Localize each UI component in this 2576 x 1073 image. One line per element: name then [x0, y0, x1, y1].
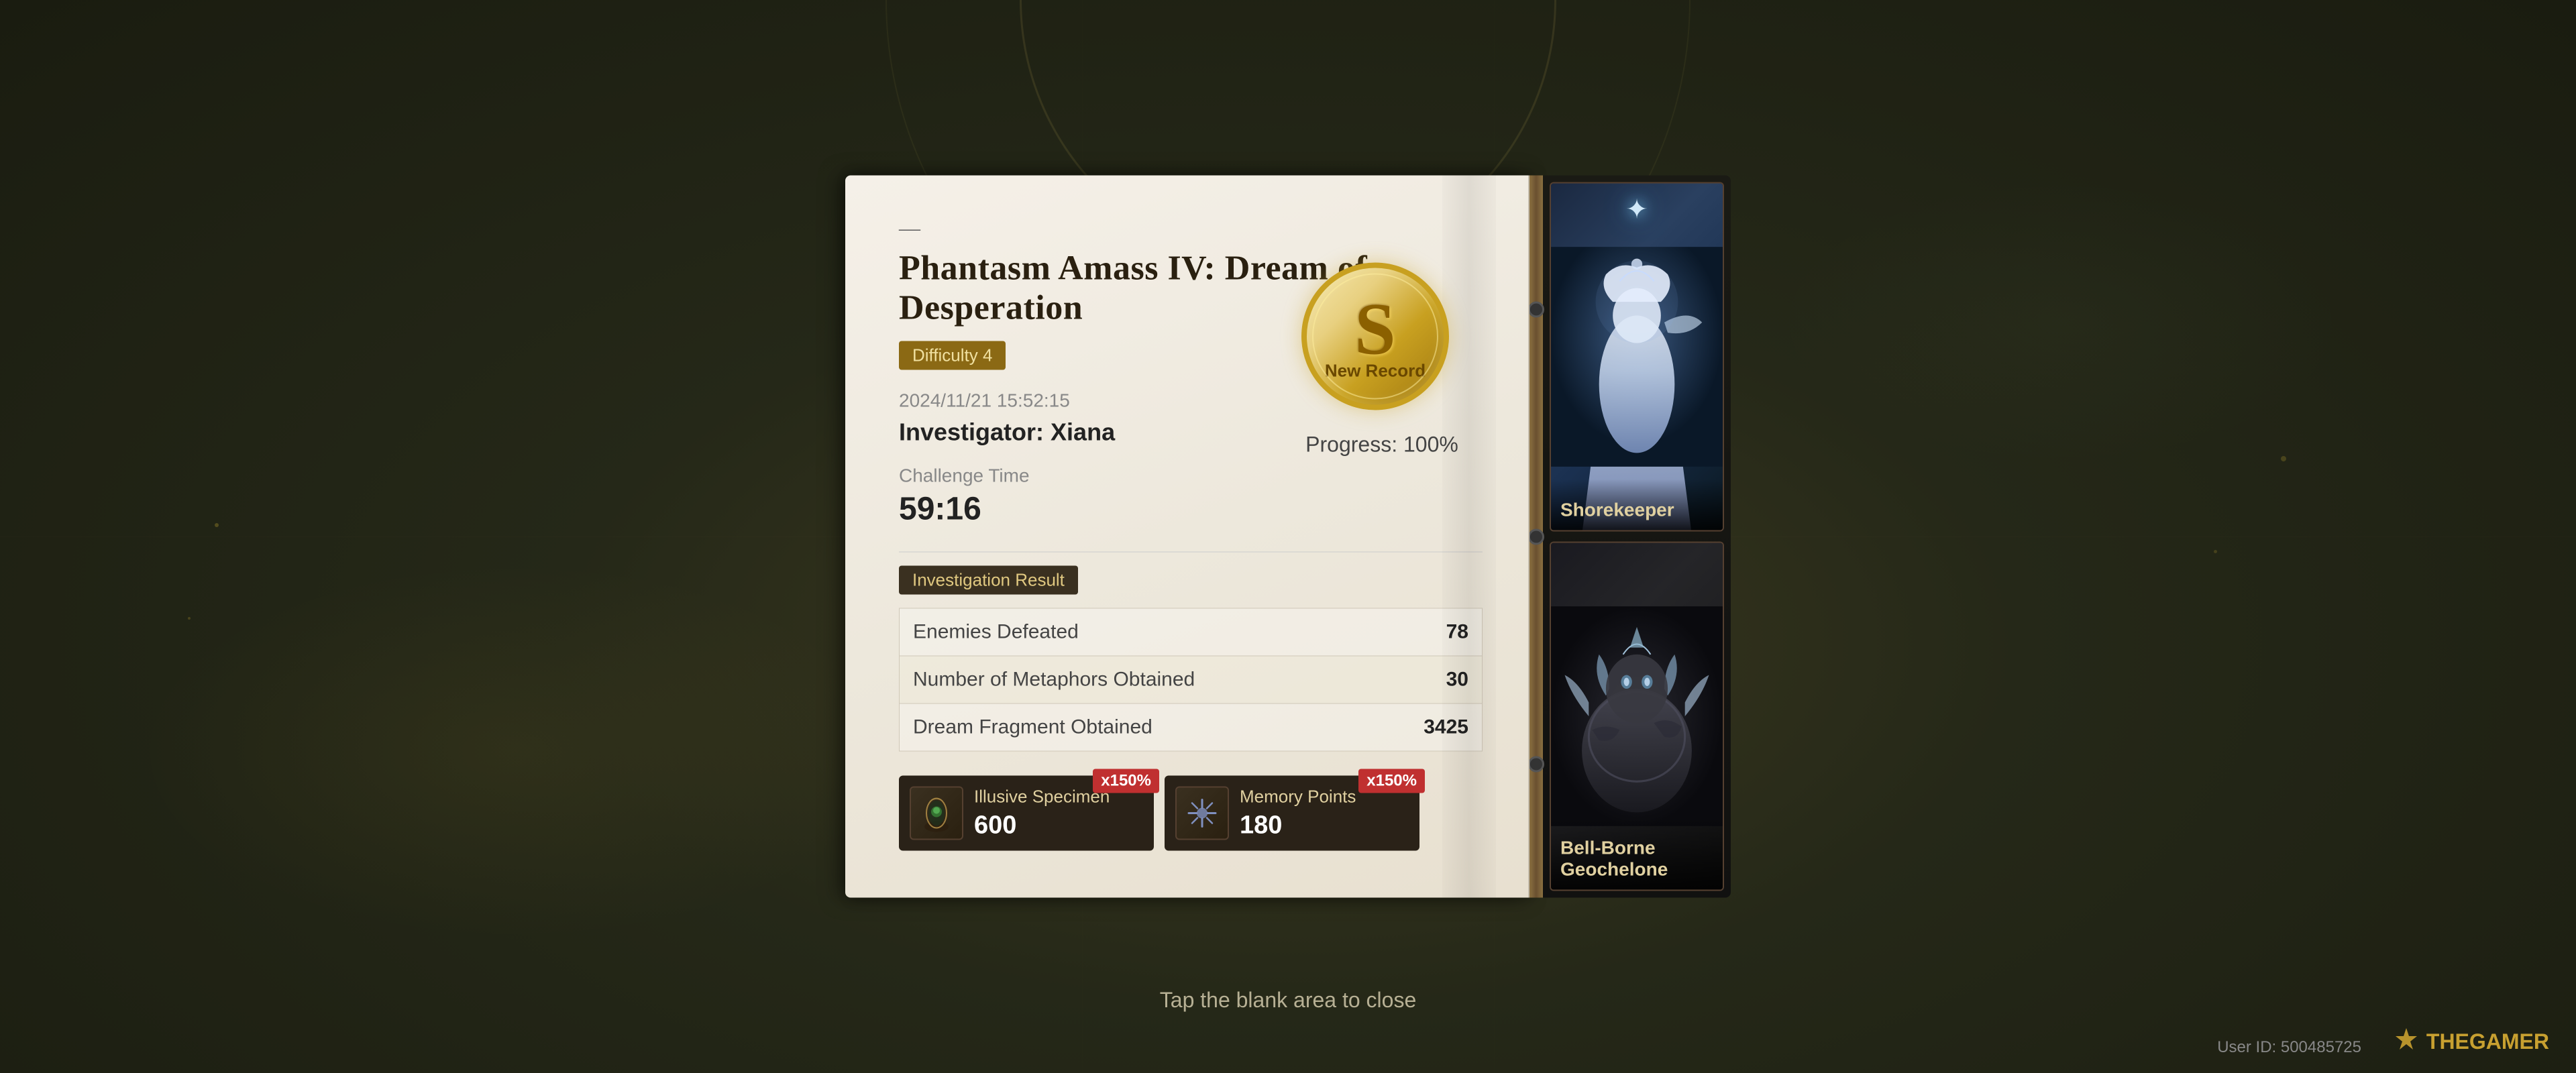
- binder-ring-1: [1529, 301, 1544, 317]
- rank-label: New Record: [1325, 360, 1426, 381]
- portrait-shorekeeper: Shorekeeper: [1550, 182, 1724, 532]
- challenge-time-label: Challenge Time: [899, 465, 1483, 487]
- binder-spine: [1529, 176, 1543, 898]
- reward-info-1: Memory Points 180: [1240, 787, 1356, 840]
- reward-name-1: Memory Points: [1240, 787, 1356, 807]
- reward-multiplier-0: x150%: [1093, 769, 1159, 793]
- reward-icon-0: [910, 787, 963, 840]
- result-row: Number of Metaphors Obtained 30: [899, 656, 1483, 703]
- portrait-name-bellborne: Bell-BorneGeochelone: [1551, 817, 1723, 890]
- challenge-time-value: 59:16: [899, 491, 1483, 528]
- investigation-badge: Investigation Result: [899, 566, 1078, 595]
- reward-icon-1: [1175, 787, 1229, 840]
- result-label-0: Enemies Defeated: [913, 621, 1079, 644]
- rewards-row: Illusive Specimen 600 x150%: [899, 776, 1483, 851]
- rank-circle: S New Record: [1301, 263, 1449, 410]
- results-table: Enemies Defeated 78 Number of Metaphors …: [899, 608, 1483, 752]
- reward-multiplier-1: x150%: [1358, 769, 1425, 793]
- portrait-shorekeeper-bg: [1551, 184, 1723, 530]
- brand-name: THEGAMER: [2426, 1029, 2549, 1054]
- result-panel: — Phantasm Amass IV: Dream of Desperatio…: [845, 176, 1529, 898]
- user-id: User ID: 500485725: [2217, 1038, 2361, 1057]
- reward-amount-1: 180: [1240, 811, 1356, 840]
- difficulty-badge: Difficulty 4: [899, 341, 1006, 370]
- portrait-name-shorekeeper: Shorekeeper: [1551, 479, 1723, 530]
- portrait-bellborne: Bell-BorneGeochelone: [1550, 542, 1724, 891]
- result-label-1: Number of Metaphors Obtained: [913, 669, 1195, 691]
- result-value-2: 3425: [1424, 716, 1468, 739]
- progress-text: Progress: 100%: [1305, 433, 1458, 457]
- reward-card-0: Illusive Specimen 600 x150%: [899, 776, 1154, 851]
- result-row: Dream Fragment Obtained 3425: [899, 703, 1483, 752]
- result-dialog: — Phantasm Amass IV: Dream of Desperatio…: [845, 176, 1731, 898]
- binder-ring-2: [1529, 528, 1544, 545]
- result-label-2: Dream Fragment Obtained: [913, 716, 1152, 739]
- reward-amount-0: 600: [974, 811, 1110, 840]
- rank-letter: S: [1354, 292, 1395, 365]
- rank-circle-container: S New Record Progress: 100%: [1301, 263, 1462, 424]
- divider-line: [899, 552, 1483, 553]
- binder-ring-3: [1529, 756, 1544, 772]
- panel-dash: —: [899, 216, 1483, 241]
- reward-name-0: Illusive Specimen: [974, 787, 1110, 807]
- reward-info-0: Illusive Specimen 600: [974, 787, 1110, 840]
- result-row: Enemies Defeated 78: [899, 608, 1483, 656]
- result-value-1: 30: [1446, 669, 1468, 691]
- sidebar-panel: Shorekeeper: [1529, 176, 1731, 898]
- watermark: THEGAMER: [2394, 1027, 2549, 1057]
- reward-card-1: Memory Points 180 x150%: [1165, 776, 1419, 851]
- char-shorekeeper-art: [1551, 184, 1723, 530]
- tap-to-close: Tap the blank area to close: [1160, 988, 1416, 1013]
- brand-icon: [2394, 1027, 2418, 1057]
- result-value-0: 78: [1446, 621, 1468, 644]
